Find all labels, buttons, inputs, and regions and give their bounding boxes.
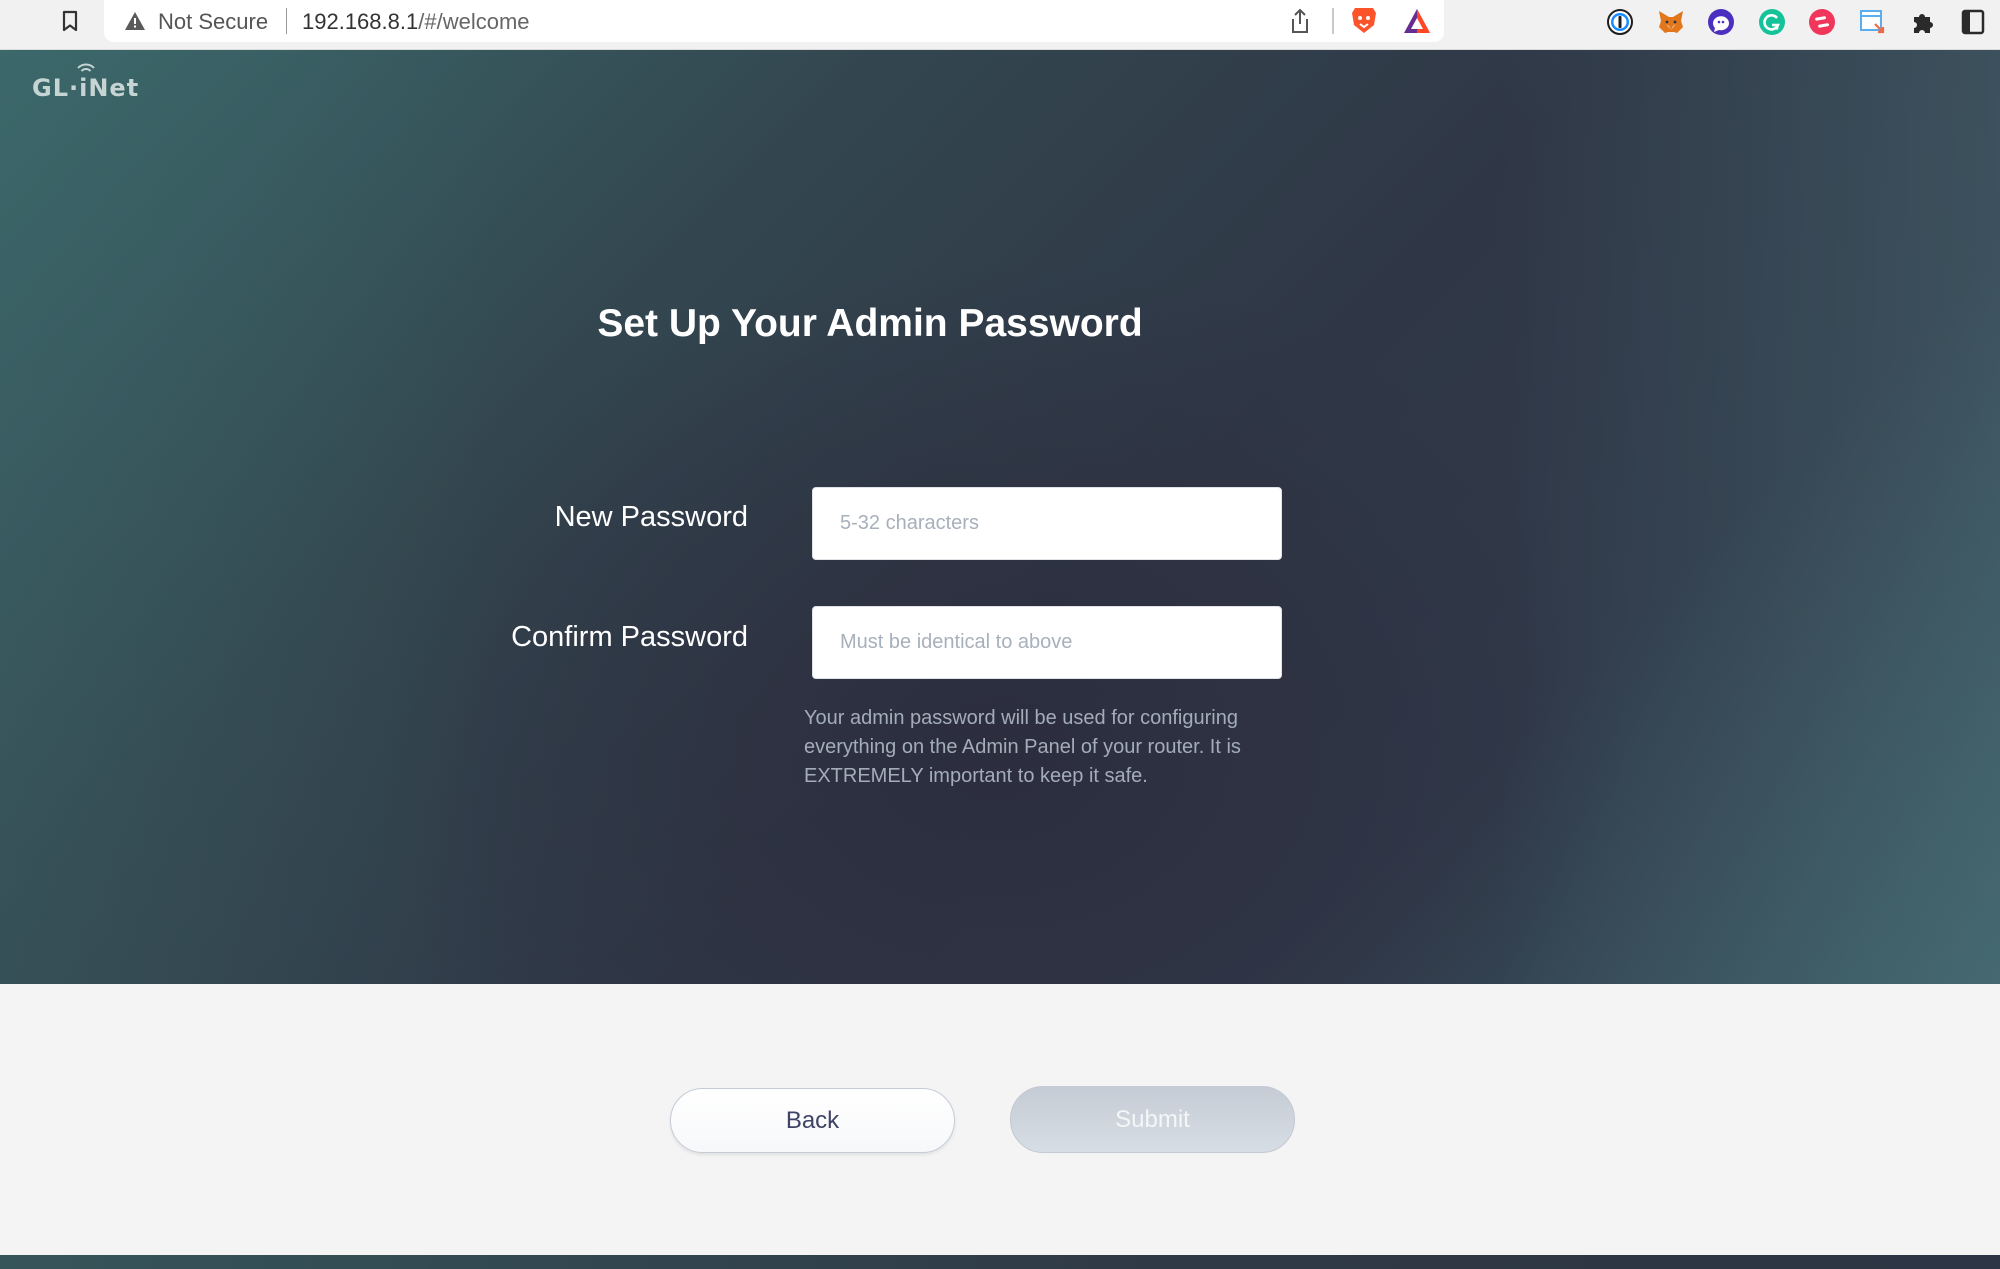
chat-bubble-icon[interactable] [1707,8,1735,36]
brave-shields-icon[interactable] [1350,5,1378,35]
url-path: /#/welcome [418,9,530,34]
warning-triangle-icon[interactable] [124,10,146,32]
new-password-label: New Password [554,501,748,533]
todo-app-icon[interactable] [1808,8,1836,36]
back-button[interactable]: Back [670,1088,955,1153]
share-icon[interactable] [1288,8,1312,34]
password-helper-text: Your admin password will be used for con… [804,707,1241,787]
confirm-password-input[interactable] [812,606,1282,679]
submit-button[interactable]: Submit [1010,1086,1295,1153]
metamask-icon[interactable] [1657,8,1685,36]
new-password-input[interactable] [812,487,1282,560]
bookmark-icon[interactable] [58,9,82,33]
gl-inet-logo: GL·iNet [32,63,140,102]
address-bar[interactable]: Not Secure 192.168.8.1/#/welcome [104,0,1444,42]
url-text[interactable]: 192.168.8.1/#/welcome [302,9,530,35]
browser-toolbar: Not Secure 192.168.8.1/#/welcome [0,0,2000,50]
action-bar: Back Submit [0,984,2000,1255]
sidebar-toggle-icon[interactable] [1959,8,1987,36]
extensions-puzzle-icon[interactable] [1909,8,1937,36]
url-host: 192.168.8.1 [302,9,419,34]
window-resizer-icon[interactable] [1858,8,1886,36]
confirm-password-label: Confirm Password [511,621,748,653]
wifi-icon [77,63,95,72]
footer-strip [0,1255,2000,1269]
setup-hero: GL·iNet Set Up Your Admin Password New P… [0,50,2000,984]
page-title: Set Up Your Admin Password [597,302,1143,345]
logo-text: GL·iNet [32,74,140,102]
brave-rewards-icon[interactable] [1402,7,1432,35]
security-status[interactable]: Not Secure [158,9,268,35]
grammarly-icon[interactable] [1758,8,1786,36]
url-divider [286,8,287,34]
1password-icon[interactable] [1606,8,1634,36]
urlbar-divider [1332,8,1334,34]
